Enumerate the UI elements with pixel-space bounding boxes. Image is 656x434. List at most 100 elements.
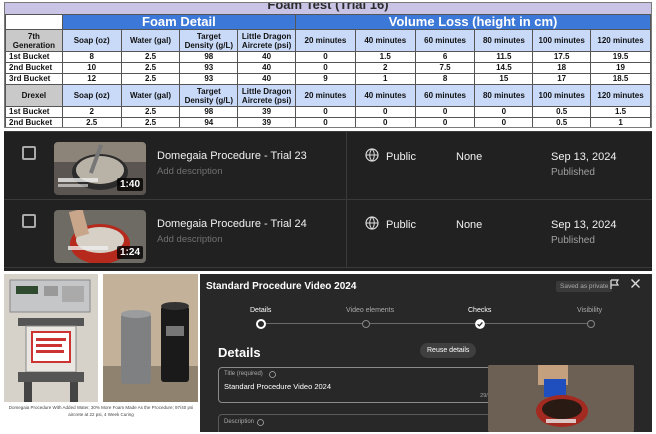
table-cell: 19.5 xyxy=(590,51,651,63)
restrictions-value: None xyxy=(456,219,483,231)
photo-caption: Domegaia Procedure With Added Water, 30%… xyxy=(8,405,194,417)
column-header: 60 minutes xyxy=(414,84,476,107)
table-cell: 39 xyxy=(237,106,296,118)
table-cell: 19 xyxy=(590,62,651,74)
row-label: 2nd Bucket xyxy=(5,117,63,127)
table-cell: 2.5 xyxy=(120,106,181,118)
compression-tester-photo xyxy=(4,274,98,402)
publish-status: Published xyxy=(551,235,595,246)
video-description[interactable]: Add description xyxy=(157,234,222,245)
restrictions-value: None xyxy=(456,151,483,163)
column-header: 20 minutes xyxy=(295,84,356,107)
table-cell: 8 xyxy=(414,73,476,85)
visibility-value[interactable]: Public xyxy=(386,151,416,163)
reuse-details-button[interactable]: Reuse details xyxy=(420,343,477,358)
column-header: Soap (oz) xyxy=(61,84,122,107)
lab-photos: Domegaia Procedure With Added Water, 30%… xyxy=(4,274,198,432)
title-field[interactable]: Title (required) Standard Procedure Vide… xyxy=(218,367,503,403)
title-field-value[interactable]: Standard Procedure Video 2024 xyxy=(224,382,331,391)
table-cell: 0 xyxy=(295,62,356,74)
table-row: 2nd Bucket 10 2.5 93 40 0 2 7.5 14.5 18 19 xyxy=(5,62,651,74)
table-cell: 0 xyxy=(414,117,476,127)
description-field[interactable]: Description xyxy=(218,414,503,432)
video-title[interactable]: Domegaia Procedure - Trial 23 xyxy=(157,150,307,162)
column-header: Water (gal) xyxy=(120,84,181,107)
description-field-label: Description xyxy=(224,419,255,425)
column-header: Soap (oz) xyxy=(61,29,122,52)
step-visibility-label[interactable]: Visibility xyxy=(577,307,602,314)
table-cell: 2.5 xyxy=(61,117,122,127)
column-divider xyxy=(346,200,347,267)
globe-icon xyxy=(365,148,379,162)
table-cell: 0 xyxy=(354,117,416,127)
video-row[interactable]: 1:24 Domegaia Procedure - Trial 24 Add d… xyxy=(4,200,652,268)
table-cell: 2.5 xyxy=(120,51,181,63)
table-cell: 1.5 xyxy=(590,106,651,118)
details-heading: Details xyxy=(218,345,261,360)
table-cell: 0 xyxy=(295,51,356,63)
help-icon[interactable] xyxy=(269,371,276,378)
table-cell: 98 xyxy=(179,51,239,63)
stepper-track xyxy=(262,323,592,324)
publish-date: Sep 13, 2024 xyxy=(551,219,617,231)
help-icon[interactable] xyxy=(257,419,264,426)
video-preview[interactable] xyxy=(488,365,634,432)
video-thumbnail[interactable]: 1:24 xyxy=(54,210,146,263)
visibility-value[interactable]: Public xyxy=(386,219,416,231)
step-checks-check-icon[interactable] xyxy=(475,319,485,329)
table-cell: 17.5 xyxy=(532,51,592,63)
table-cell: 40 xyxy=(237,51,296,63)
column-header: 100 minutes xyxy=(532,84,592,107)
column-header: 80 minutes xyxy=(474,84,534,107)
section-label-drexel: Drexel xyxy=(5,84,63,107)
step-visibility-dot[interactable] xyxy=(587,320,595,328)
table-cell: 6 xyxy=(414,51,476,63)
feedback-flag-icon[interactable] xyxy=(610,279,620,290)
column-header: 120 minutes xyxy=(590,84,651,107)
column-header: Water (gal) xyxy=(120,29,181,52)
aircrete-cylinders-image xyxy=(103,274,198,402)
step-video-elements-label[interactable]: Video elements xyxy=(346,307,394,314)
row-label: 1st Bucket xyxy=(5,51,63,63)
section-label-7th-generation: 7th Generation xyxy=(5,29,63,52)
video-description[interactable]: Add description xyxy=(157,166,222,177)
row-checkbox[interactable] xyxy=(22,214,36,228)
table-cell: 94 xyxy=(179,117,239,127)
step-checks-label[interactable]: Checks xyxy=(468,307,491,314)
column-header: 40 minutes xyxy=(354,29,416,52)
column-header: 40 minutes xyxy=(354,84,416,107)
row-label: 1st Bucket xyxy=(5,106,63,118)
table-cell: 7.5 xyxy=(414,62,476,74)
publish-date: Sep 13, 2024 xyxy=(551,151,617,163)
video-list: 1:40 Domegaia Procedure - Trial 23 Add d… xyxy=(4,131,652,271)
video-thumbnail[interactable]: 1:40 xyxy=(54,142,146,195)
step-video-elements-dot[interactable] xyxy=(362,320,370,328)
table-cell: 2.5 xyxy=(120,117,181,127)
table-row: 1st Bucket 8 2.5 98 40 0 1.5 6 11.5 17.5 19.5 xyxy=(5,51,651,63)
table-cell: 2.5 xyxy=(120,73,181,85)
foam-detail-header: Foam Detail xyxy=(61,14,297,30)
step-details-label[interactable]: Details xyxy=(250,307,271,314)
video-row[interactable]: 1:40 Domegaia Procedure - Trial 23 Add d… xyxy=(4,132,652,200)
table-cell: 0.5 xyxy=(532,106,592,118)
table-cell: 2 xyxy=(61,106,122,118)
table-cell: 93 xyxy=(179,73,239,85)
step-details-dot[interactable] xyxy=(256,319,266,329)
column-header: 80 minutes xyxy=(474,29,534,52)
globe-icon xyxy=(365,216,379,230)
video-preview-image xyxy=(488,365,634,432)
row-checkbox[interactable] xyxy=(22,146,36,160)
table-cell: 40 xyxy=(237,73,296,85)
table-cell: 0 xyxy=(295,106,356,118)
dialog-title: Standard Procedure Video 2024 xyxy=(206,281,357,292)
column-header: 100 minutes xyxy=(532,29,592,52)
column-header: Target Density (g/L) xyxy=(179,84,239,107)
close-icon[interactable] xyxy=(630,278,641,289)
row-label: 3rd Bucket xyxy=(5,73,63,85)
table-cell: 98 xyxy=(179,106,239,118)
table-cell: 0 xyxy=(354,106,416,118)
video-title[interactable]: Domegaia Procedure - Trial 24 xyxy=(157,218,307,230)
table-row: 3rd Bucket 12 2.5 93 40 9 1 8 15 17 18.5 xyxy=(5,73,651,85)
column-header: 20 minutes xyxy=(295,29,356,52)
table-cell: 18.5 xyxy=(590,73,651,85)
